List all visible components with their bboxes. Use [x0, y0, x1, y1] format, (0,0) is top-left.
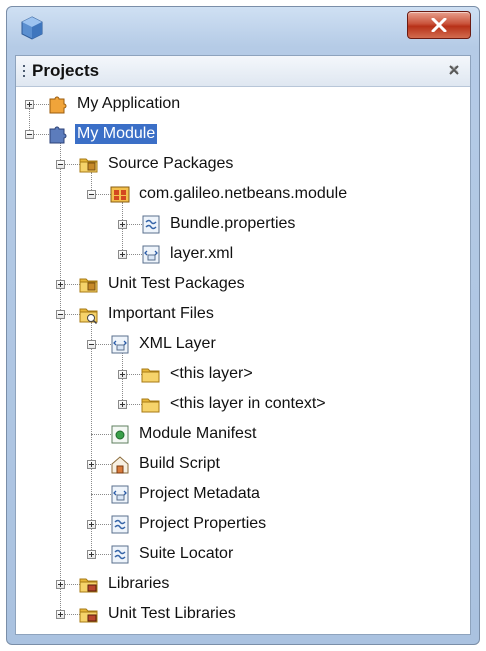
- netbeans-cube-icon: [21, 16, 43, 40]
- libraries-folder-icon: [78, 603, 100, 625]
- tree-node-label[interactable]: <this layer>: [168, 364, 255, 384]
- tree-node[interactable]: <this layer in context>: [16, 389, 470, 419]
- panel-title: Projects: [32, 61, 100, 80]
- folder-icon: [140, 363, 162, 385]
- tree-node-label[interactable]: Unit Test Libraries: [106, 604, 238, 624]
- properties-file-icon: [109, 543, 131, 565]
- collapse-toggle-icon[interactable]: [56, 310, 65, 319]
- expand-toggle-icon[interactable]: [118, 400, 127, 409]
- expand-toggle-icon[interactable]: [87, 520, 96, 529]
- suite-puzzle-icon: [47, 93, 69, 115]
- tree-node[interactable]: Build Script: [16, 449, 470, 479]
- app-window: Projects My Application My Module Source …: [6, 6, 480, 645]
- source-packages-folder-icon: [78, 153, 100, 175]
- drag-grip-icon[interactable]: [23, 65, 26, 78]
- module-puzzle-icon: [47, 123, 69, 145]
- collapse-toggle-icon[interactable]: [56, 160, 65, 169]
- tree-node[interactable]: Bundle.properties: [16, 209, 470, 239]
- tree-node[interactable]: com.galileo.netbeans.module: [16, 179, 470, 209]
- expand-toggle-icon[interactable]: [25, 100, 34, 109]
- libraries-folder-icon: [78, 573, 100, 595]
- tree-node[interactable]: Important Files: [16, 299, 470, 329]
- expand-toggle-icon[interactable]: [56, 280, 65, 289]
- expand-toggle-icon[interactable]: [56, 580, 65, 589]
- tree-node-label[interactable]: Important Files: [106, 304, 216, 324]
- panel-header: Projects: [16, 56, 470, 87]
- close-x-icon: [431, 18, 447, 32]
- properties-file-icon: [140, 213, 162, 235]
- build-script-icon: [109, 453, 131, 475]
- tree-node[interactable]: My Application: [16, 89, 470, 119]
- test-packages-folder-icon: [78, 273, 100, 295]
- properties-file-icon: [109, 513, 131, 535]
- expand-toggle-icon[interactable]: [118, 250, 127, 259]
- collapse-toggle-icon[interactable]: [87, 340, 96, 349]
- expand-toggle-icon[interactable]: [87, 460, 96, 469]
- expand-toggle-icon[interactable]: [56, 610, 65, 619]
- tree-node[interactable]: My Module: [16, 119, 470, 149]
- tree-node[interactable]: layer.xml: [16, 239, 470, 269]
- tree-node-label[interactable]: My Application: [75, 94, 182, 114]
- project-tree: My Application My Module Source Packages …: [16, 87, 470, 634]
- collapse-toggle-icon[interactable]: [25, 130, 34, 139]
- tree-node[interactable]: Suite Locator: [16, 539, 470, 569]
- expand-toggle-icon[interactable]: [87, 550, 96, 559]
- tree-node[interactable]: Libraries: [16, 569, 470, 599]
- tree-node-label[interactable]: Suite Locator: [137, 544, 235, 564]
- projects-panel: Projects My Application My Module Source …: [15, 55, 471, 635]
- tree-node-label[interactable]: My Module: [75, 124, 158, 144]
- tree-node-label[interactable]: <this layer in context>: [168, 394, 328, 414]
- manifest-icon: [109, 423, 131, 445]
- xml-layer-icon: [109, 333, 131, 355]
- tree-node-label[interactable]: Bundle.properties: [168, 214, 297, 234]
- tree-node-label[interactable]: Module Manifest: [137, 424, 258, 444]
- window-close-button[interactable]: [407, 11, 471, 39]
- tree-node-label[interactable]: Project Metadata: [137, 484, 262, 504]
- tree-node-label[interactable]: com.galileo.netbeans.module: [137, 184, 349, 204]
- folder-icon: [140, 393, 162, 415]
- expand-toggle-icon[interactable]: [118, 220, 127, 229]
- tree-node-label[interactable]: Project Properties: [137, 514, 268, 534]
- tree-node[interactable]: Project Properties: [16, 509, 470, 539]
- xml-file-icon: [109, 483, 131, 505]
- tree-node-label[interactable]: Libraries: [106, 574, 171, 594]
- tree-node[interactable]: Project Metadata: [16, 479, 470, 509]
- tree-node-label[interactable]: XML Layer: [137, 334, 218, 354]
- important-files-folder-icon: [78, 303, 100, 325]
- tree-node-label[interactable]: layer.xml: [168, 244, 235, 264]
- tree-node[interactable]: Source Packages: [16, 149, 470, 179]
- collapse-toggle-icon[interactable]: [87, 190, 96, 199]
- tree-node[interactable]: <this layer>: [16, 359, 470, 389]
- tree-node[interactable]: Module Manifest: [16, 419, 470, 449]
- panel-close-icon[interactable]: [448, 64, 460, 76]
- tree-node[interactable]: Unit Test Packages: [16, 269, 470, 299]
- tree-node-label[interactable]: Build Script: [137, 454, 222, 474]
- xml-file-icon: [140, 243, 162, 265]
- tree-node[interactable]: Unit Test Libraries: [16, 599, 470, 629]
- expand-toggle-icon[interactable]: [118, 370, 127, 379]
- package-icon: [109, 183, 131, 205]
- tree-node-label[interactable]: Source Packages: [106, 154, 235, 174]
- tree-node-label[interactable]: Unit Test Packages: [106, 274, 247, 294]
- tree-node[interactable]: XML Layer: [16, 329, 470, 359]
